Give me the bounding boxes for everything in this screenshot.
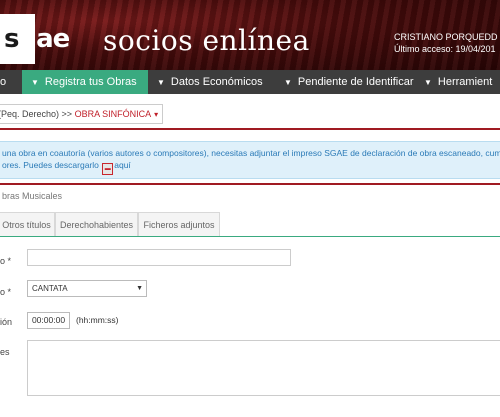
title-input[interactable]: [27, 249, 291, 266]
nav-item-registra-obras[interactable]: ▼ Registra tus Obras: [22, 70, 148, 94]
section-title: bras Musicales: [2, 191, 63, 201]
genre-label: o *: [0, 287, 12, 297]
nav-item-herramientas[interactable]: ▼ Herramient: [424, 70, 492, 94]
chevron-down-icon: ▼: [424, 78, 432, 87]
duration-hint: (hh:mm:ss): [76, 315, 119, 325]
nav-item-label: Pendiente de Identificar: [297, 76, 414, 88]
info-line-1: una obra en coautoría (varios autores o …: [2, 148, 500, 158]
nav-item-datos-economicos[interactable]: ▼ Datos Económicos: [157, 70, 263, 94]
nav-item-label: Registra tus Obras: [44, 76, 137, 88]
tab-ficheros-adjuntos[interactable]: Ficheros adjuntos: [138, 212, 220, 236]
nav-item-label: o: [0, 76, 7, 88]
info-alert: una obra en coautoría (varios autores o …: [0, 141, 500, 179]
breadcrumb-prefix: Peq. Derecho) >>: [1, 109, 73, 119]
duration-input[interactable]: 00:00:00: [27, 312, 70, 329]
nav-item-label: Datos Económicos: [170, 76, 263, 88]
tab-label: Ficheros adjuntos: [143, 220, 215, 230]
breadcrumb-current: OBRA SINFÓNICA: [74, 109, 152, 119]
genre-select-value: CANTATA: [32, 284, 68, 293]
logo-light-part: s: [4, 24, 20, 54]
title-label: o *: [0, 256, 12, 266]
pdf-icon: ▬: [102, 163, 114, 175]
info-line-2: ores. Puedes descargarlo ▬ aquí: [2, 160, 131, 175]
chevron-down-icon: ▼: [157, 78, 165, 87]
genre-select[interactable]: CANTATA ▼: [27, 280, 147, 297]
site-header: sgae socios enlínea CRISTIANO PORQUEDD Ú…: [0, 0, 500, 70]
chevron-down-icon: ▼: [31, 78, 39, 87]
notes-textarea[interactable]: [27, 340, 500, 396]
user-name: CRISTIANO PORQUEDD: [394, 32, 498, 42]
last-access: Último acceso: 19/04/201: [394, 44, 496, 54]
form-tabs: Otros títulos Derechohabientes Ficheros …: [0, 212, 500, 237]
download-link[interactable]: aquí: [114, 160, 131, 170]
nav-item-pendiente-identificar[interactable]: ▼ Pendiente de Identificar: [284, 70, 414, 94]
divider: [0, 128, 500, 130]
tab-derechohabientes[interactable]: Derechohabientes: [55, 212, 138, 236]
chevron-down-icon: ▾: [154, 110, 159, 119]
tab-label: Derechohabientes: [59, 220, 134, 230]
chevron-down-icon: ▼: [284, 78, 292, 87]
sgae-logo[interactable]: sgae: [4, 24, 70, 54]
divider: [0, 183, 500, 185]
tab-otros-titulos[interactable]: Otros títulos: [0, 212, 55, 236]
notes-label: es: [0, 347, 10, 357]
dropdown-arrow-icon: ▼: [136, 285, 143, 292]
nav-item-inicio[interactable]: o: [0, 70, 6, 94]
app-title: socios enlínea: [103, 24, 310, 57]
logo-dark-part: gae: [18, 24, 70, 54]
nav-item-label: Herramient: [437, 76, 493, 88]
tab-label: Otros títulos: [2, 220, 51, 230]
info-line-2-text: ores. Puedes descargarlo: [2, 160, 99, 170]
duration-label: ión: [0, 317, 13, 327]
main-nav: o ▼ Registra tus Obras ▼ Datos Económicos …: [0, 70, 500, 94]
breadcrumb[interactable]: (Peq. Derecho) >> OBRA SINFÓNICA▾: [0, 104, 164, 124]
